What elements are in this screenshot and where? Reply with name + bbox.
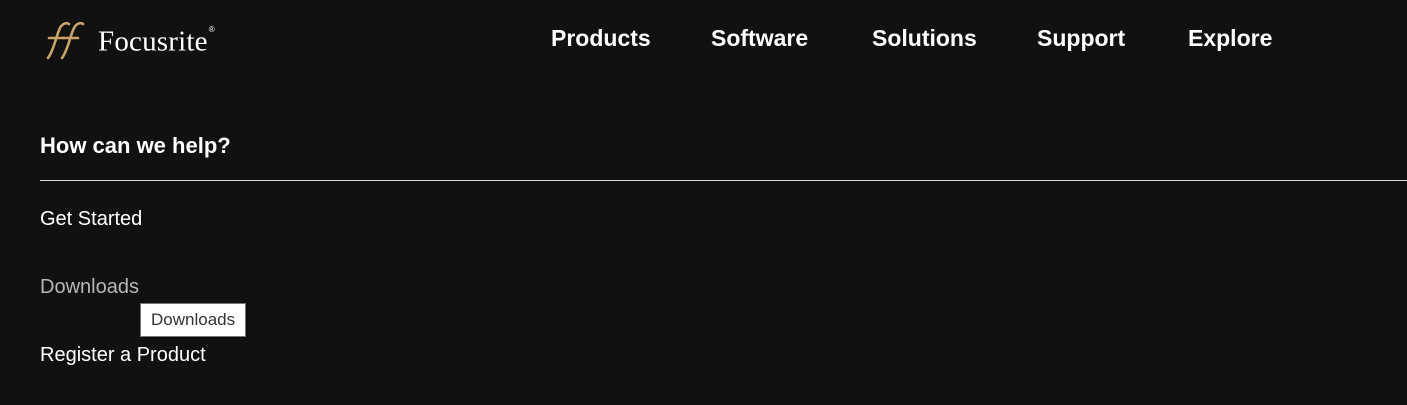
downloads-tooltip: Downloads (140, 303, 247, 337)
help-link-get-started[interactable]: Get Started (40, 205, 142, 233)
help-link-register-product[interactable]: Register a Product (40, 341, 206, 369)
page: Focusrite® Products Software Solutions S… (0, 0, 1407, 405)
nav-item-software[interactable]: Software (711, 22, 808, 54)
main-nav: Products Software Solutions Support Expl… (0, 22, 1407, 54)
help-divider (40, 180, 1407, 181)
nav-item-explore[interactable]: Explore (1188, 22, 1272, 54)
nav-item-products[interactable]: Products (551, 22, 651, 54)
nav-item-solutions[interactable]: Solutions (872, 22, 977, 54)
nav-item-support[interactable]: Support (1037, 22, 1125, 54)
help-link-downloads[interactable]: Downloads (40, 273, 139, 301)
help-heading: How can we help? (40, 133, 231, 158)
